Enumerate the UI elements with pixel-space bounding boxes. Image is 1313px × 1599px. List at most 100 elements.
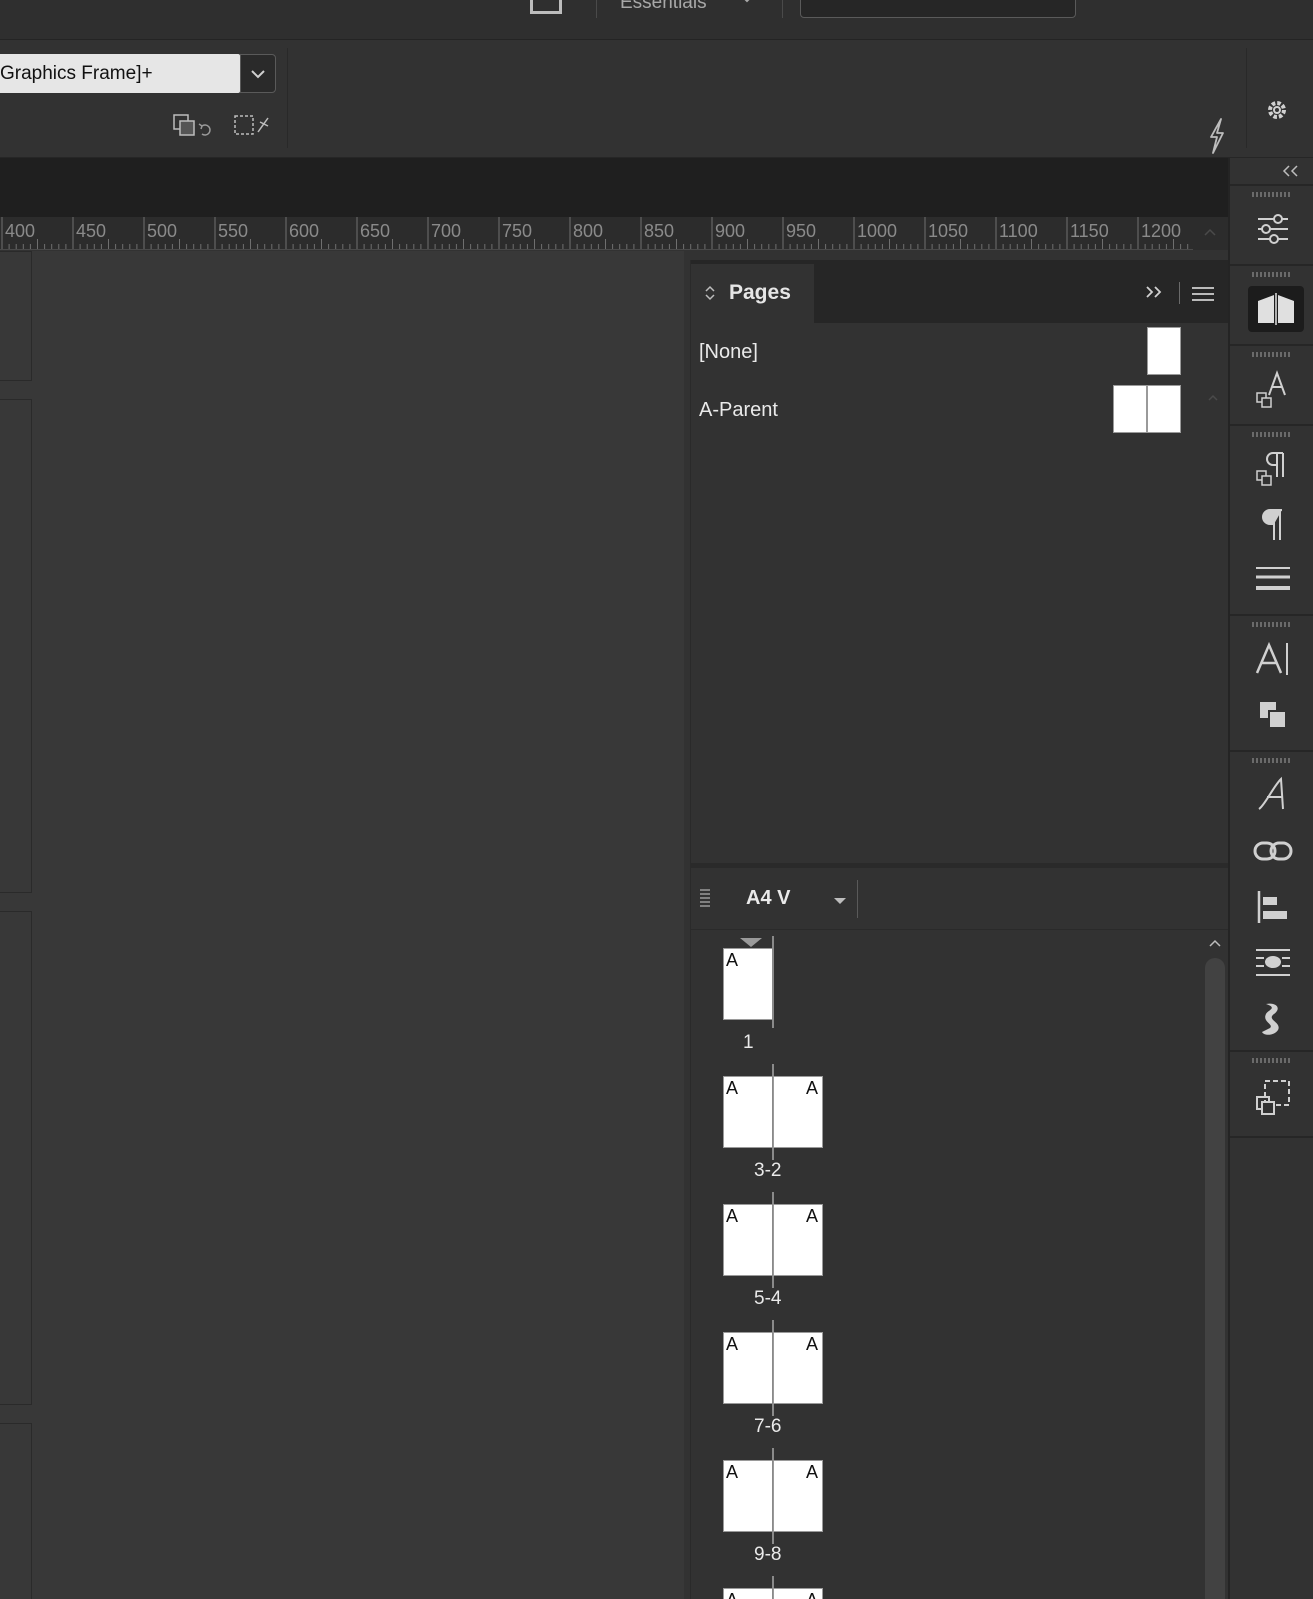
screen-mode-icon[interactable] <box>530 0 562 14</box>
page-thumbnail[interactable]: A <box>773 1204 823 1276</box>
collapse-dock-icon[interactable] <box>1280 164 1302 178</box>
dock-group <box>1230 344 1313 424</box>
page-thumbnail[interactable]: A <box>723 1204 773 1276</box>
parent-item-a-parent[interactable]: A-Parent <box>699 385 1199 435</box>
pages-icon[interactable] <box>1248 286 1304 332</box>
workspace-switcher[interactable]: Essentials <box>620 0 707 14</box>
grip-icon[interactable] <box>1252 352 1292 357</box>
properties-icon[interactable] <box>1250 206 1296 252</box>
ruler-tick-label: 600 <box>289 221 319 241</box>
paragraph-styles-icon[interactable] <box>1250 446 1296 492</box>
chevron-down-icon[interactable] <box>740 0 754 6</box>
parent-item-none[interactable]: [None] <box>699 327 1199 377</box>
links-icon[interactable] <box>1250 828 1296 874</box>
panel-menu-icon[interactable] <box>1191 286 1215 302</box>
ruler-tick-label: 1000 <box>857 221 897 241</box>
current-page-marker <box>740 938 762 947</box>
applied-parent-prefix: A <box>806 1590 818 1599</box>
grip-icon[interactable] <box>1252 272 1292 277</box>
page-size-select[interactable]: A4 V <box>746 887 790 910</box>
collapse-panel-icon[interactable] <box>1144 284 1166 300</box>
character-styles-icon[interactable] <box>1250 366 1296 412</box>
clear-overrides-icon[interactable] <box>172 112 214 138</box>
grip-icon[interactable] <box>1252 192 1292 197</box>
applied-parent-prefix: A <box>805 1334 818 1354</box>
object-style-dropdown-button[interactable] <box>240 54 276 93</box>
object-style-field[interactable]: Graphics Frame]+ <box>0 54 240 93</box>
parent-item-label: A-Parent <box>699 399 778 421</box>
document-page-edge <box>0 399 32 893</box>
align-icon[interactable] <box>1250 884 1296 930</box>
ruler-tick-label: 400 <box>5 221 35 241</box>
grip-icon[interactable] <box>699 888 711 908</box>
glyphs-icon[interactable] <box>1250 772 1296 818</box>
stroke-icon[interactable] <box>1250 556 1296 602</box>
page-thumbnail[interactable]: A <box>773 1332 823 1404</box>
divider <box>782 0 783 18</box>
gear-icon[interactable] <box>1265 98 1289 122</box>
page-thumbnail[interactable]: A <box>723 1460 773 1532</box>
grip-icon[interactable] <box>1252 622 1292 627</box>
indesign-window: Essentials Graphics Frame]+ 400 450 500 … <box>0 0 1313 1599</box>
parent-page-thumbnail[interactable] <box>1147 385 1181 433</box>
page-thumbnail[interactable]: A <box>723 1076 773 1148</box>
grip-icon[interactable] <box>1252 758 1292 763</box>
text-wrap-icon[interactable] <box>1250 940 1296 986</box>
ruler-ticks: 400 450 500 550 600 650 700 750 800 850 900 950 1000… <box>1 217 1189 249</box>
lightning-icon[interactable] <box>1205 117 1229 155</box>
ruler-tick-label: 900 <box>715 221 745 241</box>
applied-parent-prefix: A <box>726 1462 739 1482</box>
ruler-tick-label: 1200 <box>1141 221 1181 241</box>
object-styles-icon[interactable] <box>1250 692 1296 738</box>
swatches-icon[interactable] <box>1250 996 1296 1042</box>
applied-parent-prefix: A <box>805 1078 818 1098</box>
chevron-up-icon[interactable] <box>1208 938 1222 948</box>
ruler-tick-label: 750 <box>502 221 532 241</box>
paragraph-icon[interactable] <box>1250 502 1296 548</box>
page-number-label: 5-4 <box>754 1288 782 1309</box>
document-tab-strip <box>0 158 1228 217</box>
applied-parent-prefix: A <box>805 1462 818 1482</box>
applied-parent-prefix: A <box>726 1078 739 1098</box>
ruler-tick-label: 800 <box>573 221 603 241</box>
divider <box>857 880 858 918</box>
grip-icon[interactable] <box>1252 1058 1292 1063</box>
document-pages-list: A 1 A A 3-2 A A 5-4 A A 7-6 A A 9-8 A A <box>691 930 1201 1599</box>
divider <box>1230 1136 1313 1138</box>
panel-tab-row: Pages <box>691 260 1229 323</box>
scrollbar-thumb[interactable] <box>1205 958 1225 1599</box>
pages-scrollbar[interactable] <box>1201 930 1229 1599</box>
ruler-tick-label: 700 <box>431 221 461 241</box>
ruler-tick-label: 500 <box>147 221 177 241</box>
chevron-up-icon[interactable] <box>1207 393 1219 403</box>
layers-icon[interactable] <box>1250 1074 1296 1120</box>
page-thumbnail[interactable]: A <box>773 1460 823 1532</box>
divider <box>1179 282 1180 304</box>
ruler-tick-label: 1150 <box>1070 221 1109 241</box>
clear-non-defined-attributes-icon[interactable] <box>232 112 274 138</box>
page-thumbnail[interactable]: A <box>723 948 773 1020</box>
applied-parent-prefix: A <box>726 950 739 970</box>
ruler-tick-label: 650 <box>360 221 390 241</box>
page-number-label: 3-2 <box>754 1160 782 1181</box>
parent-page-thumbnail[interactable] <box>1147 327 1181 375</box>
chevron-up-icon <box>1204 228 1216 236</box>
parent-page-thumbnail[interactable] <box>1113 385 1147 433</box>
tab-pages[interactable]: Pages <box>691 264 814 323</box>
chevron-down-icon <box>251 70 265 79</box>
document-page-edge <box>0 911 32 1405</box>
pasteboard[interactable] <box>0 251 684 1599</box>
page-thumbnail[interactable]: A <box>723 1332 773 1404</box>
grip-icon[interactable] <box>1252 432 1292 437</box>
horizontal-ruler[interactable]: 400 450 500 550 600 650 700 750 800 850 900 950 1000… <box>0 217 1193 250</box>
page-thumbnail[interactable]: A <box>723 1588 773 1599</box>
applied-parent-prefix: A <box>726 1206 739 1226</box>
page-thumbnail[interactable]: A <box>773 1076 823 1148</box>
dock-group <box>1230 184 1313 264</box>
dropdown-arrow-icon[interactable] <box>833 896 847 906</box>
dock-group <box>1230 424 1313 614</box>
character-icon[interactable] <box>1250 636 1296 682</box>
document-page-edge <box>0 251 32 381</box>
search-input[interactable] <box>800 0 1076 18</box>
page-thumbnail[interactable]: A <box>773 1588 823 1599</box>
